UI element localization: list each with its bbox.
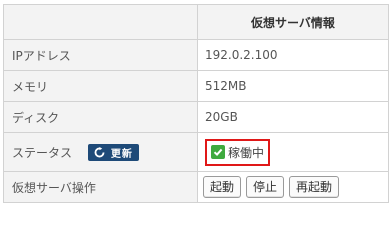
row-memory: メモリ 512MB (3, 70, 389, 102)
status-value-cell: 稼働中 (197, 132, 389, 172)
server-info-table: 仮想サーバ情報 IPアドレス 192.0.2.100 メモリ 512MB ディス… (3, 4, 389, 203)
checkbox-icon (211, 145, 225, 159)
refresh-label: 更新 (110, 148, 133, 160)
status-label: ステータス (12, 145, 73, 160)
operations-cell: 起動 停止 再起動 (197, 171, 389, 203)
table-header: 仮想サーバ情報 (3, 4, 389, 40)
refresh-icon (94, 146, 105, 157)
operations-label: 仮想サーバ操作 (3, 171, 198, 203)
row-status: ステータス 更新 稼働中 (3, 132, 389, 172)
refresh-button[interactable]: 更新 (87, 143, 139, 161)
disk-label: ディスク (3, 101, 198, 133)
memory-value: 512MB (197, 70, 389, 102)
row-disk: ディスク 20GB (3, 101, 389, 133)
row-operations: 仮想サーバ操作 起動 停止 再起動 (3, 171, 389, 203)
ip-address-value: 192.0.2.100 (197, 39, 389, 71)
status-label-cell: ステータス 更新 (3, 132, 198, 172)
stop-button[interactable]: 停止 (246, 176, 285, 198)
restart-button[interactable]: 再起動 (289, 176, 340, 198)
start-button[interactable]: 起動 (203, 176, 242, 198)
memory-label: メモリ (3, 70, 198, 102)
status-value: 稼働中 (228, 145, 265, 160)
disk-value: 20GB (197, 101, 389, 133)
row-ip-address: IPアドレス 192.0.2.100 (3, 39, 389, 71)
ip-address-label: IPアドレス (3, 39, 198, 71)
status-highlight-box: 稼働中 (205, 138, 271, 166)
table-title: 仮想サーバ情報 (197, 4, 389, 40)
header-empty-cell (3, 4, 198, 40)
